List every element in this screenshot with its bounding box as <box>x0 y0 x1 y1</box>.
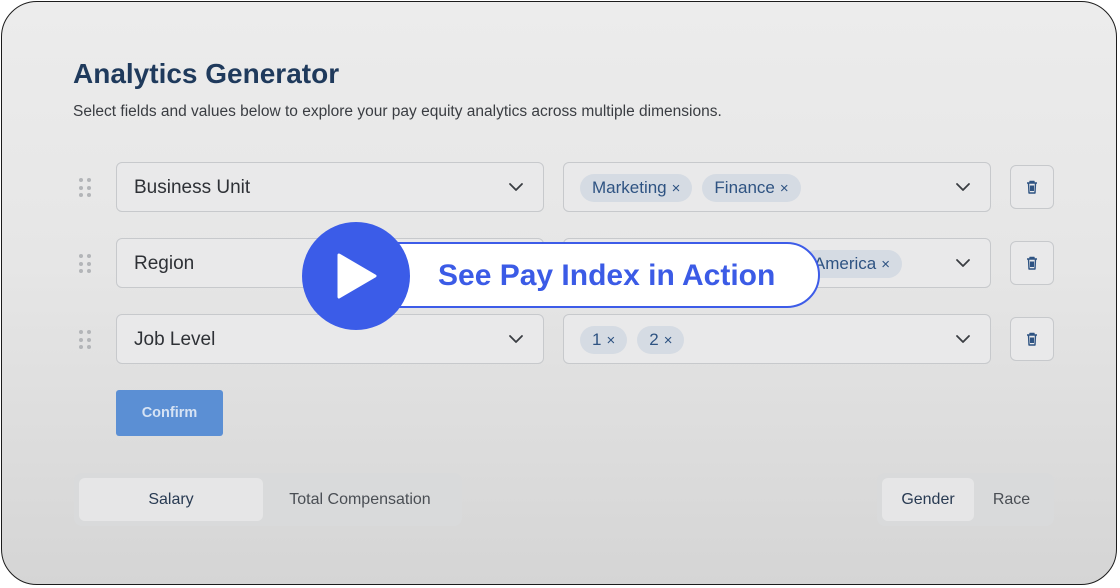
chip-remove-icon[interactable]: × <box>672 180 681 197</box>
chip-label: America <box>813 254 877 273</box>
compensation-toggle: Salary Total Compensation <box>74 473 462 526</box>
chip-label: Finance <box>714 178 775 197</box>
play-button[interactable] <box>302 222 410 330</box>
cta-pill[interactable]: See Pay Index in Action <box>362 242 820 308</box>
chevron-down-icon <box>956 335 970 343</box>
app-window: Analytics Generator Select fields and va… <box>1 1 1117 585</box>
field-select-value: Region <box>134 253 195 274</box>
trash-icon <box>1027 332 1037 346</box>
chip-remove-icon[interactable]: × <box>606 332 615 349</box>
dimension-toggle: Gender Race <box>877 473 1054 526</box>
chip-remove-icon[interactable]: × <box>881 256 890 273</box>
page-subtitle: Select fields and values below to explor… <box>73 103 722 120</box>
chip-remove-icon[interactable]: × <box>664 332 673 349</box>
chip-label: 1 <box>592 330 602 349</box>
value-chip: 2 × <box>637 326 685 354</box>
chevron-down-icon <box>509 335 523 343</box>
video-cta-overlay[interactable]: See Pay Index in Action <box>302 222 822 330</box>
delete-row-button[interactable] <box>1010 165 1054 209</box>
page-title: Analytics Generator <box>73 58 340 89</box>
chip-label: Marketing <box>592 178 667 197</box>
chip-label: 2 <box>649 330 659 349</box>
chevron-down-icon <box>956 183 970 191</box>
chip-remove-icon[interactable]: × <box>780 180 789 197</box>
confirm-button[interactable]: Confirm <box>116 390 223 436</box>
tab-salary[interactable]: Salary <box>79 478 263 521</box>
value-multiselect[interactable]: Marketing × Finance × <box>563 162 991 212</box>
chevron-down-icon <box>509 183 523 191</box>
tab-total-compensation[interactable]: Total Compensation <box>263 478 457 521</box>
field-select-value: Business Unit <box>134 177 251 198</box>
field-select[interactable]: Business Unit <box>116 162 544 212</box>
drag-handle-icon[interactable] <box>79 254 91 274</box>
delete-row-button[interactable] <box>1010 241 1054 285</box>
drag-handle-icon[interactable] <box>79 330 91 350</box>
trash-icon <box>1027 180 1037 194</box>
filter-row: Business Unit Marketing × Finance × <box>2 162 1116 214</box>
tab-race[interactable]: Race <box>974 478 1049 521</box>
trash-icon <box>1027 256 1037 270</box>
field-select-value: Job Level <box>134 329 216 350</box>
play-icon <box>337 253 377 299</box>
value-chip: Finance × <box>702 174 801 202</box>
chevron-down-icon <box>956 259 970 267</box>
drag-handle-icon[interactable] <box>79 178 91 198</box>
delete-row-button[interactable] <box>1010 317 1054 361</box>
cta-label: See Pay Index in Action <box>438 259 776 292</box>
value-chip: 1 × <box>580 326 628 354</box>
tab-gender[interactable]: Gender <box>882 478 974 521</box>
value-chip: Marketing × <box>580 174 693 202</box>
